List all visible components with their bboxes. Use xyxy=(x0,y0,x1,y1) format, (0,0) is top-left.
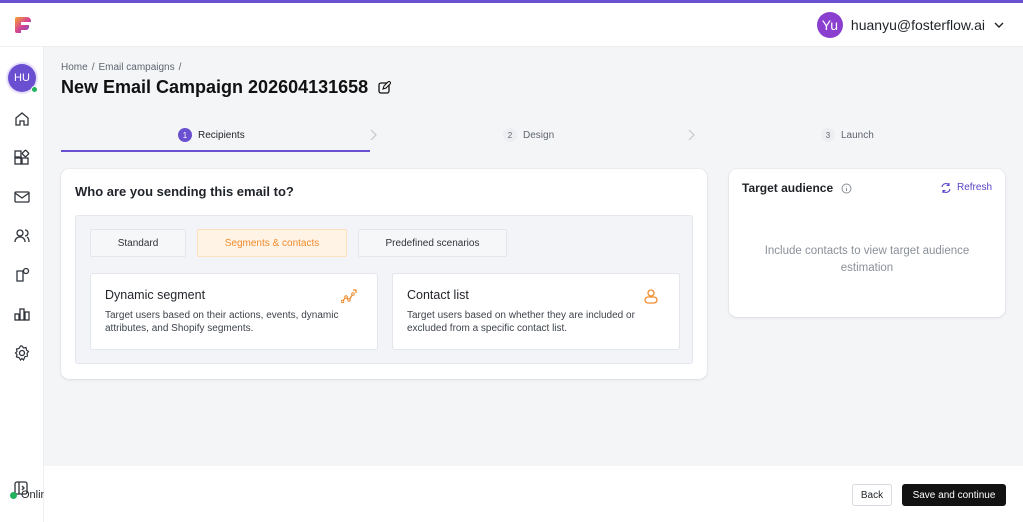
step-label: Design xyxy=(523,129,555,141)
breadcrumb-separator: / xyxy=(91,62,95,73)
target-audience-title: Target audience xyxy=(742,181,852,195)
page-title: New Email Campaign 202604131658 xyxy=(61,77,392,98)
step-design[interactable]: 2 Design xyxy=(503,125,554,145)
chevron-right-icon xyxy=(370,129,377,141)
refresh-icon xyxy=(941,182,951,193)
user-avatar: Yu xyxy=(816,12,843,38)
audience-empty-state: Include contacts to view target audience… xyxy=(764,245,970,274)
recipient-type-panel: Standard Segments & contacts Predefined … xyxy=(75,215,693,364)
step-launch[interactable]: 3 Launch xyxy=(821,125,874,145)
user-email: huanyu@fosterflow.ai xyxy=(850,17,985,33)
breadcrumb-home[interactable]: Home xyxy=(61,62,88,73)
step-label: Recipients xyxy=(198,129,245,141)
online-dot xyxy=(10,491,17,499)
trend-icon xyxy=(341,289,357,304)
edit-icon[interactable] xyxy=(378,81,392,94)
info-icon[interactable] xyxy=(841,183,852,194)
step-number: 3 xyxy=(821,128,835,142)
option-title: Dynamic segment xyxy=(105,288,206,302)
tab-standard[interactable]: Standard xyxy=(90,229,186,257)
chevron-right-icon xyxy=(688,129,695,141)
home-icon[interactable] xyxy=(13,110,31,128)
step-recipients[interactable]: 1 Recipients xyxy=(178,125,245,145)
target-audience-card: Target audience Refresh Include contacts… xyxy=(729,169,1005,317)
sidebar-avatar-initials: HU xyxy=(14,72,30,84)
fosterflow-logo-icon[interactable] xyxy=(12,14,34,36)
refresh-button[interactable]: Refresh xyxy=(941,182,992,193)
option-description: Target users based on whether they are i… xyxy=(407,310,635,334)
integrations-icon[interactable] xyxy=(13,266,31,284)
breadcrumb-email-campaigns[interactable]: Email campaigns xyxy=(98,62,174,73)
option-title: Contact list xyxy=(407,288,469,302)
contact-list-option[interactable]: Contact list Target users based on wheth… xyxy=(392,273,680,350)
option-description: Target users based on their actions, eve… xyxy=(105,310,339,334)
recipients-question: Who are you sending this email to? xyxy=(75,184,294,199)
dynamic-segment-option[interactable]: Dynamic segment Target users based on th… xyxy=(90,273,378,350)
contacts-icon xyxy=(644,289,658,304)
tab-segments-contacts[interactable]: Segments & contacts xyxy=(197,229,347,257)
save-and-continue-button[interactable]: Save and continue xyxy=(902,484,1006,506)
recipients-card: Who are you sending this email to? Stand… xyxy=(61,169,707,379)
step-number: 1 xyxy=(178,128,192,142)
step-label: Launch xyxy=(841,129,874,141)
target-audience-title-text: Target audience xyxy=(742,181,834,195)
active-step-underline xyxy=(61,150,370,152)
page-title-text: New Email Campaign 202604131658 xyxy=(61,77,369,97)
mail-icon[interactable] xyxy=(13,188,31,206)
online-dot xyxy=(31,86,38,93)
widgets-icon[interactable] xyxy=(13,149,31,167)
breadcrumb: Home / Email campaigns / xyxy=(61,62,181,73)
user-menu[interactable]: Yu huanyu@fosterflow.ai xyxy=(816,11,1005,39)
breadcrumb-separator: / xyxy=(178,62,182,73)
refresh-label: Refresh xyxy=(956,182,992,193)
footer-bar: Back Save and continue xyxy=(44,466,1023,522)
sidebar: HU Online xyxy=(0,47,53,522)
back-button[interactable]: Back xyxy=(852,484,892,506)
top-bar: Yu huanyu@fosterflow.ai xyxy=(0,3,1023,47)
sidebar-avatar[interactable]: HU xyxy=(8,64,38,93)
chevron-down-icon xyxy=(994,22,1004,28)
settings-icon[interactable] xyxy=(13,344,31,362)
tab-predefined-scenarios[interactable]: Predefined scenarios xyxy=(358,229,507,257)
analytics-icon[interactable] xyxy=(13,305,31,323)
stepper: 1 Recipients 2 Design 3 Launch xyxy=(61,125,1007,152)
step-number: 2 xyxy=(503,128,517,142)
users-icon[interactable] xyxy=(13,227,31,245)
